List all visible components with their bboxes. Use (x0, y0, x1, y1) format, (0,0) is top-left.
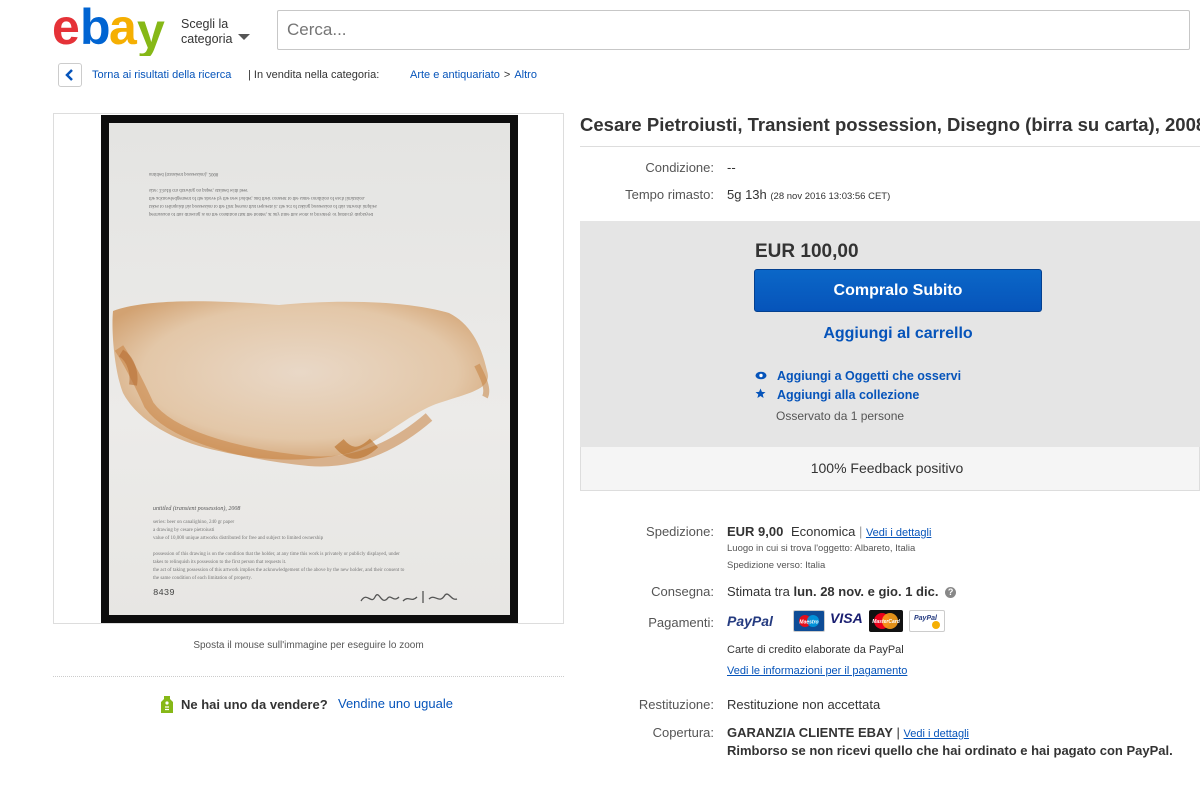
visa-card-icon: VISA (830, 610, 866, 632)
help-icon[interactable]: ? (945, 587, 957, 598)
time-left-value: 5g 13h (28 nov 2016 13:03:56 CET) (727, 187, 890, 202)
add-to-collection-link[interactable]: Aggiungi alla collezione (755, 388, 919, 402)
shipping-type: Economica (791, 524, 856, 539)
divider (53, 676, 564, 677)
add-to-cart-button[interactable]: Aggiungi al carrello (754, 325, 1042, 343)
delivery-prefix: Stimata tra (727, 584, 790, 599)
add-to-watchlist-link[interactable]: Aggiungi a Oggetti che osservi (755, 369, 961, 383)
price-tag-icon (161, 696, 173, 713)
logo-letter-a: a (109, 4, 138, 55)
coverage-title: GARANZIA CLIENTE EBAY (727, 725, 893, 740)
artist-signature (360, 591, 458, 603)
payment-info-link[interactable]: Vedi le informazioni per il pagamento (727, 665, 907, 677)
item-image-viewer[interactable]: permission of this drawing is on the con… (53, 113, 564, 624)
eye-icon (755, 371, 767, 380)
search-input[interactable] (277, 10, 1190, 50)
svg-text:MasterCard: MasterCard (872, 619, 900, 625)
in-category-label: | In vendita nella categoria: (248, 69, 380, 81)
bleed-through-text: permission of this drawing is on the con… (149, 171, 377, 216)
back-button[interactable] (58, 63, 82, 87)
payments-label: Pagamenti: (648, 615, 714, 630)
delivery-dates: lun. 28 nov. e gio. 1 dic. (793, 584, 939, 599)
paypal-logo: PayPal (727, 613, 773, 629)
logo-letter-e: e (52, 4, 79, 55)
buy-now-button[interactable]: Compralo Subito (754, 269, 1042, 312)
mastercard-icon: MasterCard (869, 610, 903, 632)
watchers-count: Osservato da 1 persone (776, 409, 905, 423)
maestro-card-icon: Maestro (793, 610, 825, 632)
chevron-down-icon (238, 34, 250, 40)
returns-label: Restituzione: (638, 697, 714, 712)
back-to-results-link[interactable]: Torna ai risultati della ricerca (92, 69, 231, 81)
artwork-paper: permission of this drawing is on the con… (109, 123, 510, 615)
paypal-credit-icon: PayPal (909, 610, 945, 632)
header: e b a y Scegli la categoria (0, 0, 1200, 60)
ships-to: Spedizione verso: Italia (727, 560, 826, 571)
sell-one-link[interactable]: Vendine uno uguale (338, 696, 453, 711)
feedback-text: 100% Feedback positivo (810, 460, 964, 476)
artwork-number: 8439 (153, 588, 175, 598)
seller-feedback: 100% Feedback positivo (580, 447, 1200, 491)
delivery-value: Stimata tra lun. 28 nov. e gio. 1 dic. ? (727, 584, 957, 599)
zoom-hint: Sposta il mouse sull'immagine per esegui… (193, 640, 424, 651)
coverage-label: Copertura: (652, 725, 714, 740)
category-label-line2: categoria (181, 32, 233, 46)
chevron-left-icon (65, 69, 73, 81)
delivery-label: Consegna: (651, 584, 714, 599)
item-location: Luogo in cui si trova l'oggetto: Albaret… (727, 543, 916, 554)
condition-label: Condizione: (645, 160, 714, 175)
coverage-separator: | (896, 725, 900, 740)
end-time: (28 nov 2016 13:03:56 CET) (770, 191, 891, 202)
breadcrumb-separator: > (503, 69, 511, 81)
time-left-label: Tempo rimasto: (625, 187, 714, 202)
cards-note: Carte di credito elaborate da PayPal (727, 644, 904, 656)
buy-box: EUR 100,00 Compralo Subito Aggiungi al c… (580, 221, 1200, 447)
coverage-details-link[interactable]: Vedi i dettagli (904, 728, 969, 740)
shipping-value: EUR 9,00 Economica | Vedi i dettagli (727, 524, 931, 539)
svg-text:Maestro: Maestro (799, 620, 818, 626)
shipping-details-link[interactable]: Vedi i dettagli (866, 527, 931, 539)
item-title: Cesare Pietroiusti, Transient possession… (580, 114, 1200, 135)
payment-methods: PayPal Maestro VISA MasterCard PayPal (727, 610, 957, 634)
logo-letter-b: b (80, 4, 111, 55)
shipping-price: EUR 9,00 (727, 524, 784, 539)
returns-value: Restituzione non accettata (727, 697, 881, 712)
title-divider (580, 146, 1200, 147)
svg-text:PayPal: PayPal (914, 615, 938, 622)
item-photo: permission of this drawing is on the con… (101, 115, 518, 623)
condition-value: -- (727, 160, 736, 175)
breadcrumb-category-link[interactable]: Arte e antiquariato (410, 69, 500, 81)
time-left: 5g 13h (727, 187, 767, 202)
category-label-line1: Scegli la (181, 17, 229, 31)
sell-one-question: Ne hai uno da vendere? (181, 697, 328, 712)
collection-label: Aggiungi alla collezione (777, 388, 920, 402)
artwork-caption: untitled (transient possession), 2008 (153, 506, 241, 512)
watch-label: Aggiungi a Oggetti che osservi (777, 369, 962, 383)
artwork-body-text: series: beer on canalighino, 240 gr pape… (153, 520, 405, 581)
logo-letter-y: y (137, 4, 165, 56)
price: EUR 100,00 (755, 241, 859, 262)
category-selector[interactable]: Scegli la categoria (181, 17, 250, 47)
breadcrumb-subcategory-link[interactable]: Altro (514, 69, 537, 81)
shipping-separator: | (858, 524, 863, 539)
shipping-label: Spedizione: (646, 524, 714, 539)
coverage-text: Rimborso se non ricevi quello che hai or… (727, 743, 1173, 758)
ebay-logo[interactable]: e b a y (52, 4, 174, 56)
coverage-value: GARANZIA CLIENTE EBAY | Vedi i dettagli (727, 725, 969, 740)
beer-stain (112, 301, 490, 467)
star-icon (755, 388, 766, 398)
